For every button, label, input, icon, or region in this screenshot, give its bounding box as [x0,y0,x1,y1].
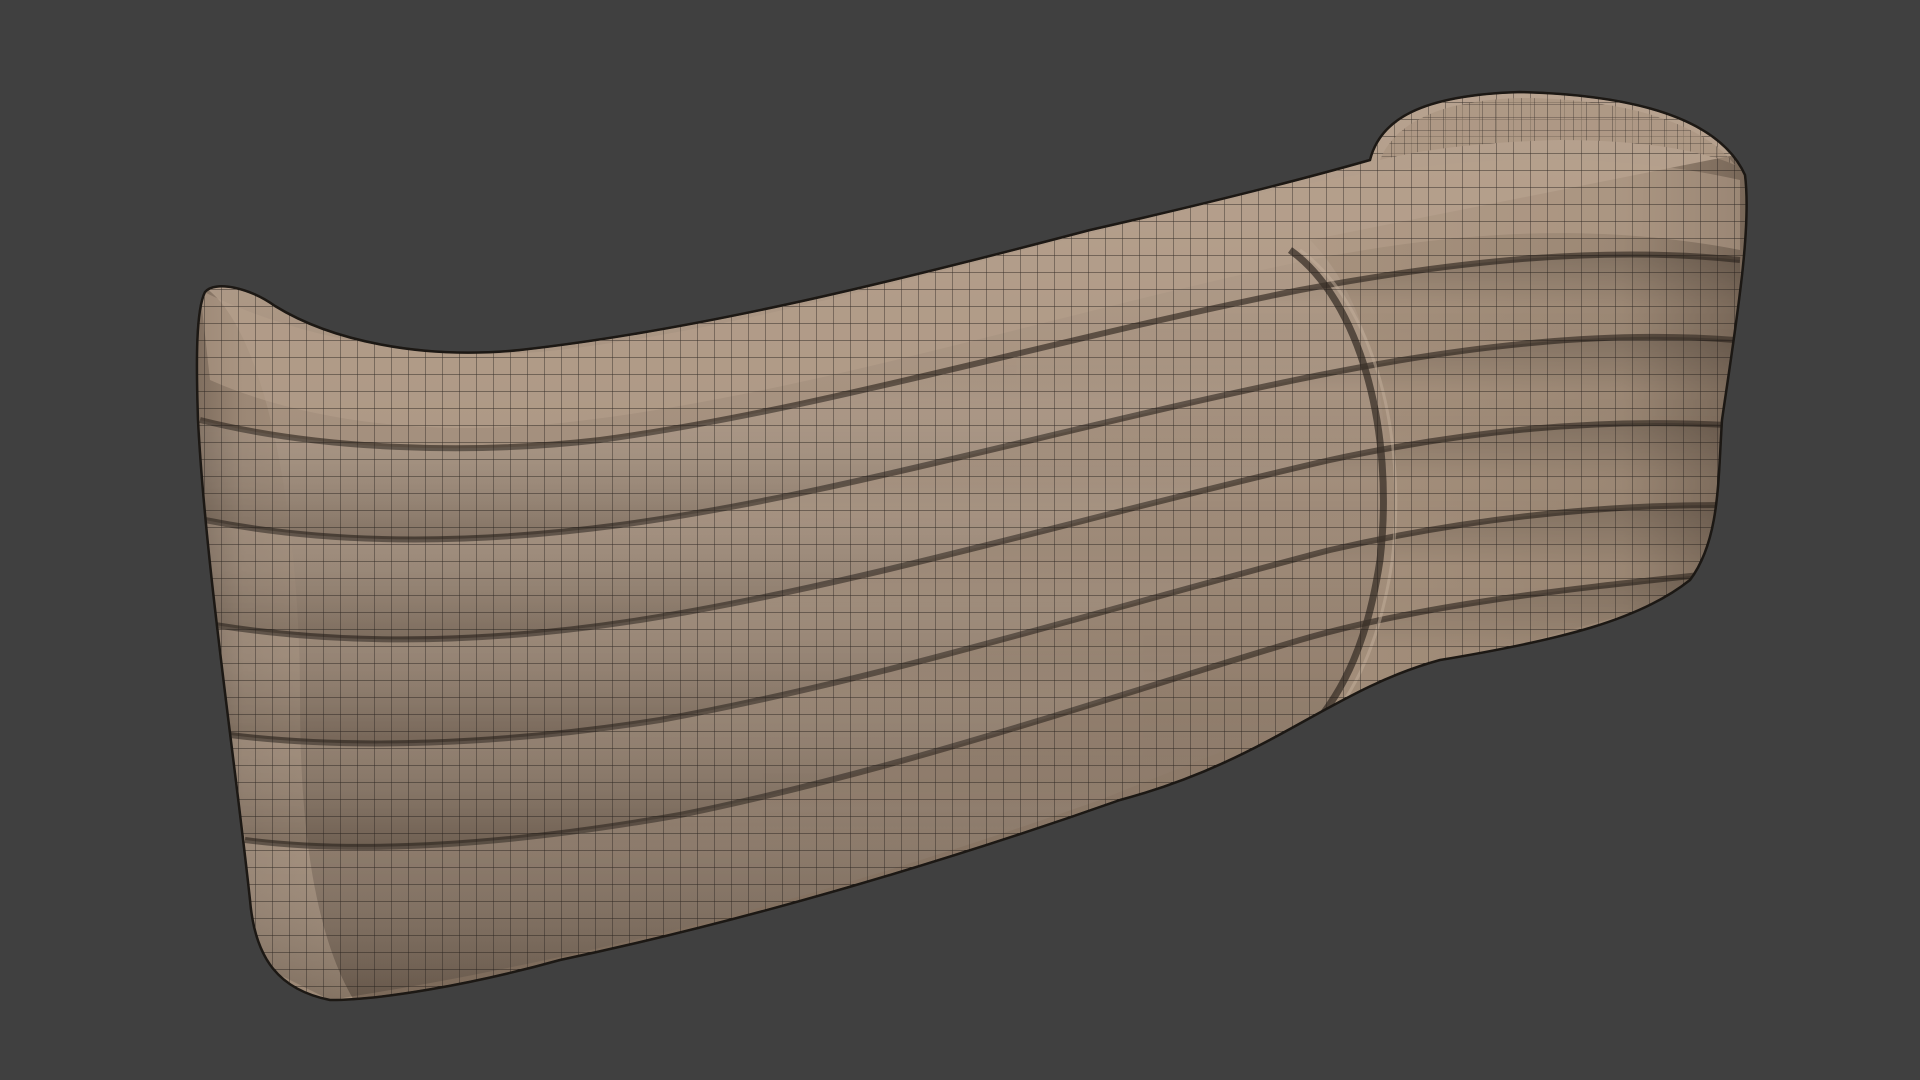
3d-viewport[interactable] [0,0,1920,1080]
model-canvas[interactable] [0,0,1920,1080]
wireframe-overlay [196,92,1747,1000]
sofa-model[interactable] [0,0,1920,1080]
